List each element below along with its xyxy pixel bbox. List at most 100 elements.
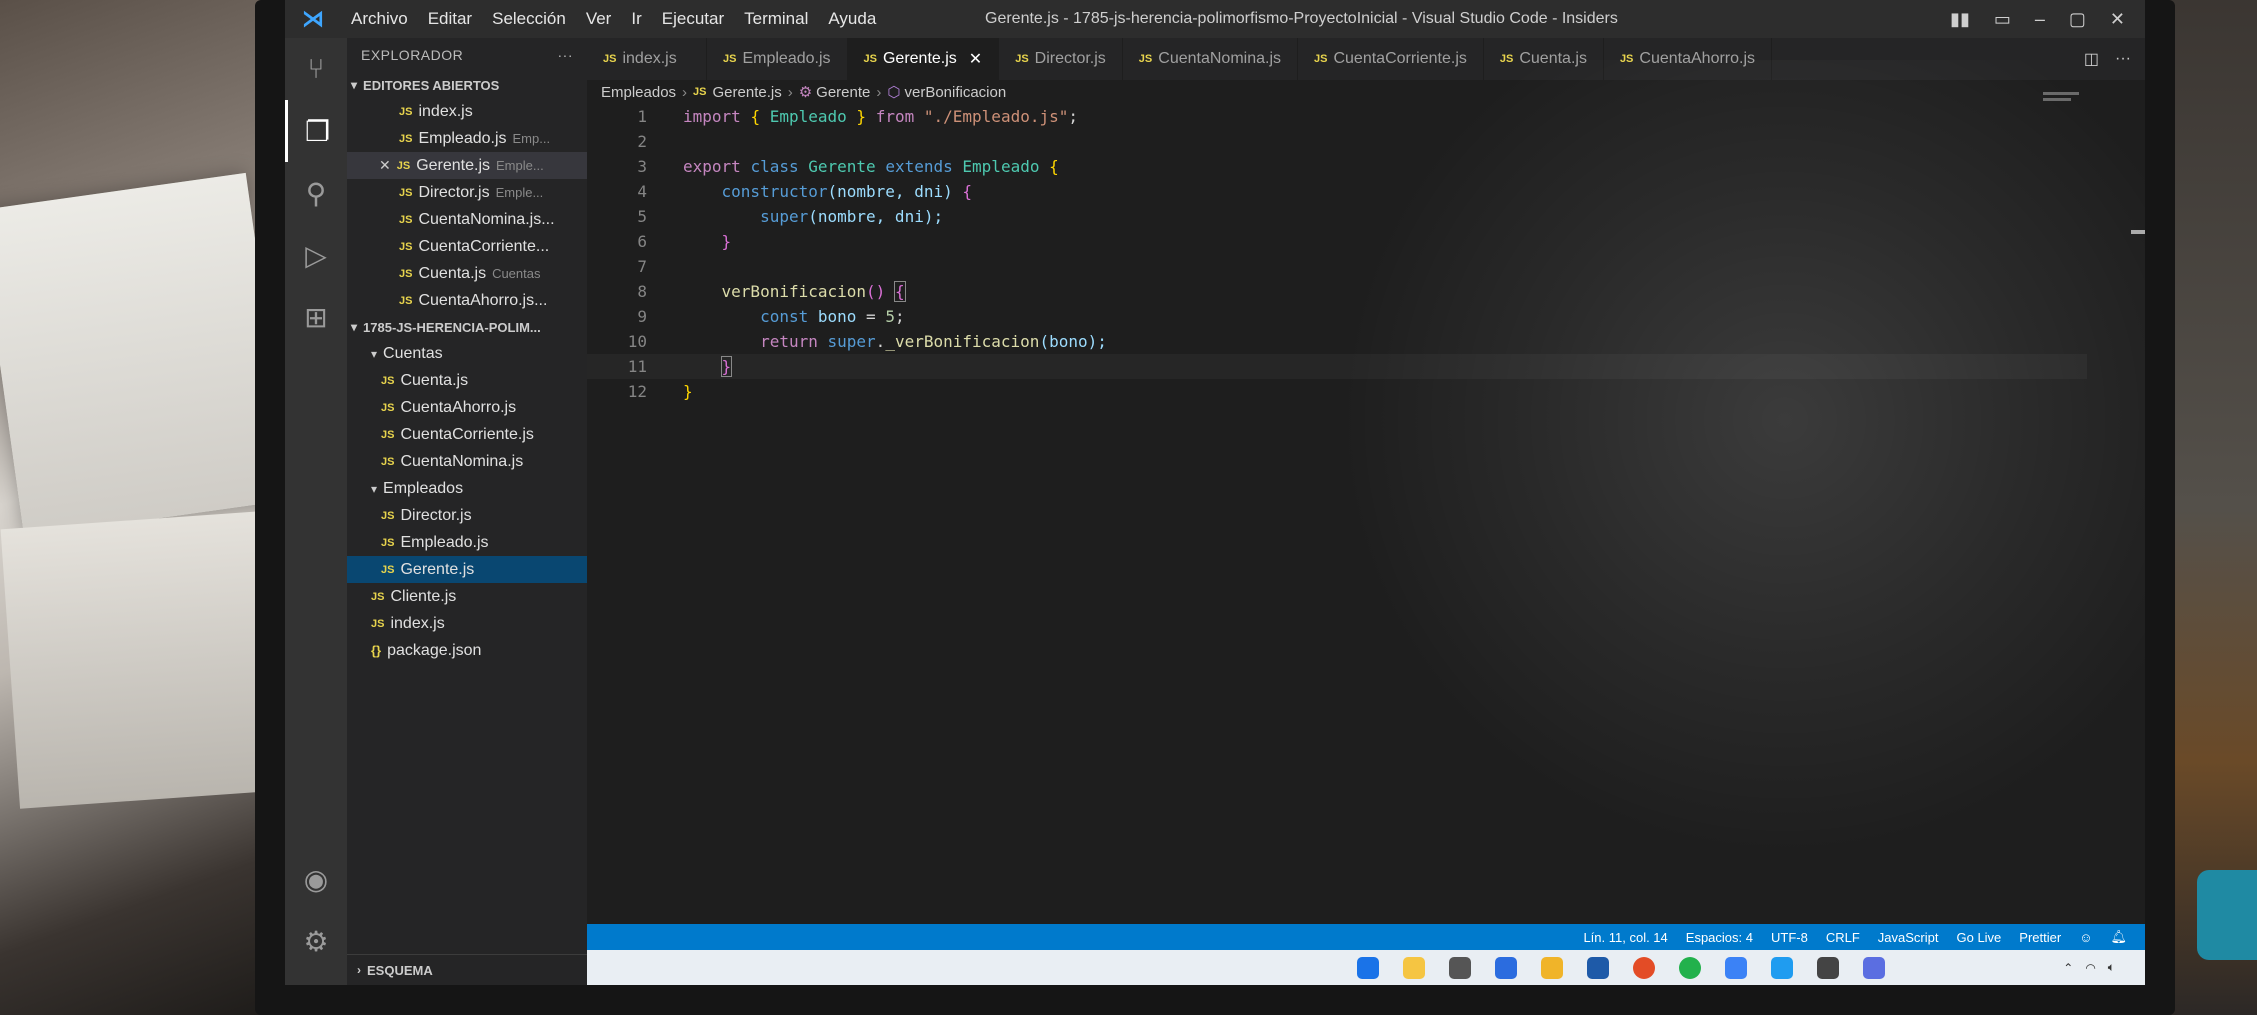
tab-index-js[interactable]: JS index.js xyxy=(587,38,707,80)
edge-icon[interactable] xyxy=(1725,956,1747,979)
close-icon[interactable]: ✕ xyxy=(969,49,982,69)
keyword: export xyxy=(683,157,741,176)
method-name: verBonificacion xyxy=(721,282,867,301)
end-of-line[interactable]: CRLF xyxy=(1826,930,1860,945)
breadcrumb-file[interactable]: Gerente.js xyxy=(713,84,782,101)
file-item[interactable]: JS Cliente.js xyxy=(347,583,587,610)
breadcrumb-method[interactable]: verBonificacion xyxy=(904,84,1006,101)
file-item[interactable]: JS CuentaAhorro.js xyxy=(347,394,587,421)
file-item-active[interactable]: JS Gerente.js xyxy=(347,556,587,583)
folder-empleados[interactable]: ▾ Empleados xyxy=(347,475,587,502)
open-editor-item[interactable]: JS index.js xyxy=(347,98,587,125)
close-window-icon[interactable]: ✕ xyxy=(2110,9,2125,30)
spotify-icon[interactable] xyxy=(1679,956,1701,979)
breadcrumb-class[interactable]: Gerente xyxy=(816,84,870,101)
file-item[interactable]: JS Director.js xyxy=(347,502,587,529)
notifications-icon[interactable]: 🔔︎ xyxy=(2110,929,2127,945)
close-icon[interactable]: ✕ xyxy=(379,157,391,174)
maximize-icon[interactable]: ▢ xyxy=(2069,9,2086,30)
brace: } xyxy=(856,107,867,126)
task-view-icon[interactable] xyxy=(1449,956,1471,979)
search-icon[interactable]: ⚲ xyxy=(285,162,347,224)
layout-toggle-icon[interactable]: ▮▮ xyxy=(1950,9,1970,30)
open-editor-item[interactable]: JS Cuenta.js Cuentas xyxy=(347,260,587,287)
panel-toggle-icon[interactable]: ▭ xyxy=(1994,9,2011,30)
split-editor-icon[interactable]: ◫ xyxy=(2084,49,2099,69)
breadcrumb-folder[interactable]: Empleados xyxy=(601,84,676,101)
vscode-taskbar-icon[interactable] xyxy=(1771,956,1793,979)
minimap[interactable] xyxy=(2043,92,2087,112)
tab-cuentanomina-js[interactable]: JS CuentaNomina.js xyxy=(1123,38,1298,80)
indentation[interactable]: Espacios: 4 xyxy=(1686,930,1753,945)
code-editor[interactable]: 1 import { Empleado } from "./Empleado.j… xyxy=(587,104,2087,924)
encoding[interactable]: UTF-8 xyxy=(1771,930,1808,945)
menu-ejecutar[interactable]: Ejecutar xyxy=(652,9,734,29)
chat-icon[interactable] xyxy=(1495,956,1517,979)
menu-editar[interactable]: Editar xyxy=(418,9,482,29)
menu-ver[interactable]: Ver xyxy=(576,9,622,29)
language-mode[interactable]: JavaScript xyxy=(1878,930,1939,945)
open-editor-item-active[interactable]: ✕ JS Gerente.js Emple... xyxy=(347,152,587,179)
file-explorer-icon[interactable] xyxy=(1541,956,1563,979)
box-on-desk xyxy=(0,511,280,809)
brace: { xyxy=(893,281,906,302)
open-editors-section[interactable]: ▾ EDITORES ABIERTOS xyxy=(347,72,587,98)
tray-chevron-icon[interactable]: ⌃ xyxy=(2063,961,2073,975)
source-control-icon[interactable]: ⑂ xyxy=(285,38,347,100)
tab-cuentacorriente-js[interactable]: JS CuentaCorriente.js xyxy=(1298,38,1484,80)
store-icon[interactable] xyxy=(1587,956,1609,979)
file-item[interactable]: JS index.js xyxy=(347,610,587,637)
menu-archivo[interactable]: Archivo xyxy=(341,9,418,29)
account-icon[interactable]: ◉ xyxy=(285,848,347,910)
outline-section[interactable]: › ESQUEMA xyxy=(347,954,597,985)
folder-cuentas[interactable]: ▾ Cuentas xyxy=(347,340,587,367)
project-section[interactable]: ▾ 1785-JS-HERENCIA-POLIM... xyxy=(347,314,587,340)
terminal-icon[interactable] xyxy=(1817,956,1839,979)
explorer-icon[interactable]: ❐ xyxy=(285,100,347,162)
widgets-icon[interactable] xyxy=(1403,956,1425,979)
explorer-title: EXPLORADOR xyxy=(361,47,464,63)
open-editor-item[interactable]: JS CuentaCorriente... xyxy=(347,233,587,260)
cursor-position[interactable]: Lín. 11, col. 14 xyxy=(1583,930,1667,945)
file-item[interactable]: {} package.json xyxy=(347,637,587,664)
wifi-icon[interactable]: ◠ xyxy=(2085,961,2095,975)
go-live-button[interactable]: Go Live xyxy=(1956,930,2001,945)
tab-cuenta-js[interactable]: JS Cuenta.js xyxy=(1484,38,1604,80)
js-file-icon: JS xyxy=(1015,53,1029,65)
settings-gear-icon[interactable]: ⚙ xyxy=(285,910,347,972)
menu-terminal[interactable]: Terminal xyxy=(734,9,818,29)
prettier-status[interactable]: Prettier xyxy=(2019,930,2061,945)
start-icon[interactable] xyxy=(1357,956,1379,979)
open-editor-item[interactable]: JS CuentaNomina.js... xyxy=(347,206,587,233)
feedback-icon[interactable]: ☺ xyxy=(2079,930,2092,945)
tab-empleado-js[interactable]: JS Empleado.js xyxy=(707,38,848,80)
tab-gerente-js[interactable]: JS Gerente.js ✕ xyxy=(847,38,1000,80)
extensions-icon[interactable]: ⊞ xyxy=(285,286,347,348)
js-file-icon: JS xyxy=(381,563,395,576)
vertical-scrollbar[interactable] xyxy=(2131,104,2145,924)
more-actions-icon[interactable]: ··· xyxy=(2115,50,2131,68)
menu-ayuda[interactable]: Ayuda xyxy=(818,9,886,29)
chrome-icon[interactable] xyxy=(1633,956,1655,979)
open-editor-item[interactable]: JS CuentaAhorro.js... xyxy=(347,287,587,314)
more-actions-icon[interactable]: ··· xyxy=(558,47,574,63)
open-editor-item[interactable]: JS Empleado.js Emp... xyxy=(347,125,587,152)
js-file-icon: JS xyxy=(381,509,395,522)
open-editor-item[interactable]: JS Director.js Emple... xyxy=(347,179,587,206)
run-debug-icon[interactable]: ▷ xyxy=(285,224,347,286)
tab-cuentaahorro-js[interactable]: JS CuentaAhorro.js xyxy=(1604,38,1773,80)
menu-ir[interactable]: Ir xyxy=(621,9,651,29)
menu-seleccion[interactable]: Selección xyxy=(482,9,576,29)
file-item[interactable]: JS CuentaNomina.js xyxy=(347,448,587,475)
file-item[interactable]: JS CuentaCorriente.js xyxy=(347,421,587,448)
discord-icon[interactable] xyxy=(1863,956,1885,979)
variable: bono xyxy=(817,307,857,326)
tab-director-js[interactable]: JS Director.js xyxy=(999,38,1123,80)
volume-icon[interactable]: 🔈︎ xyxy=(2108,960,2115,975)
minimize-icon[interactable]: – xyxy=(2035,9,2045,30)
os-taskbar: ⌃ ◠ 🔈︎ xyxy=(587,950,2145,985)
params: (nombre, dni) xyxy=(827,182,953,201)
code-line: 12 } xyxy=(587,379,2087,404)
file-item[interactable]: JS Cuenta.js xyxy=(347,367,587,394)
file-item[interactable]: JS Empleado.js xyxy=(347,529,587,556)
